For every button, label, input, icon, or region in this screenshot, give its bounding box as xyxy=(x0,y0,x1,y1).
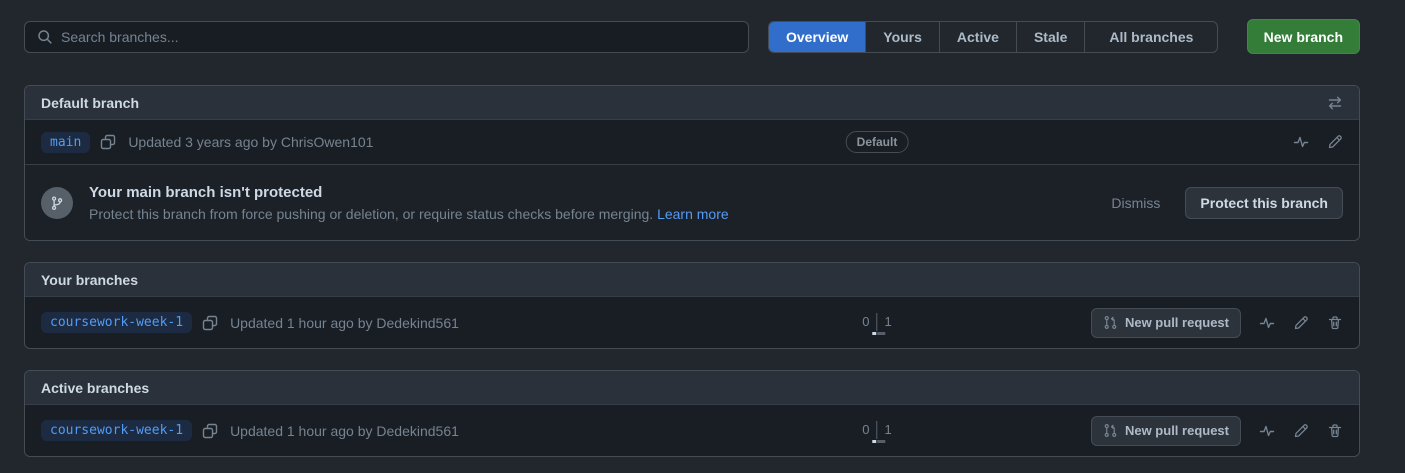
search-icon xyxy=(37,29,53,45)
new-pull-request-button[interactable]: New pull request xyxy=(1091,416,1241,446)
branch-link[interactable]: coursework-week-1 xyxy=(41,312,192,333)
branches-toolbar: Overview Yours Active Stale All branches… xyxy=(0,0,1405,54)
your-branches-header: Your branches xyxy=(25,263,1359,297)
behind-count: 0 xyxy=(855,313,877,331)
tab-stale[interactable]: Stale xyxy=(1016,22,1084,52)
new-pull-request-label: New pull request xyxy=(1125,315,1229,330)
new-pull-request-label: New pull request xyxy=(1125,423,1229,438)
activity-icon[interactable] xyxy=(1259,315,1275,331)
row-actions: New pull request xyxy=(1091,308,1343,338)
behind-count: 0 xyxy=(855,421,877,439)
branch-filter-tabs: Overview Yours Active Stale All branches xyxy=(768,21,1218,53)
notice-description: Protect this branch from force pushing o… xyxy=(89,206,729,222)
notice-text: Your main branch isn't protected Protect… xyxy=(89,184,729,222)
copy-branch-name-icon[interactable] xyxy=(100,134,116,150)
behind-meter xyxy=(873,440,877,443)
ahead-count: 1 xyxy=(878,421,899,439)
new-branch-button[interactable]: New branch xyxy=(1247,19,1360,54)
git-branch-icon xyxy=(41,187,73,219)
branch-row-coursework: coursework-week-1 Updated 1 hour ago by … xyxy=(25,297,1359,348)
search-branches-input[interactable] xyxy=(61,29,736,45)
your-branches-section: Your branches coursework-week-1 Updated … xyxy=(24,262,1360,349)
rename-branch-pencil-icon[interactable] xyxy=(1293,423,1309,439)
branch-row-main: main Updated 3 years ago by ChrisOwen101… xyxy=(25,120,1359,164)
ahead-meter xyxy=(878,440,886,443)
git-pull-request-icon xyxy=(1103,423,1118,438)
tab-overview[interactable]: Overview xyxy=(769,22,865,52)
ahead-behind-counts[interactable]: 0 1 xyxy=(855,313,898,331)
ahead-count: 1 xyxy=(878,313,899,331)
branch-updated-text: Updated 3 years ago by ChrisOwen101 xyxy=(128,134,373,150)
compare-branches-icon[interactable] xyxy=(1327,95,1343,111)
section-title: Your branches xyxy=(41,272,138,288)
default-badge: Default xyxy=(846,131,909,153)
new-pull-request-button[interactable]: New pull request xyxy=(1091,308,1241,338)
copy-branch-name-icon[interactable] xyxy=(202,423,218,439)
branch-link[interactable]: coursework-week-1 xyxy=(41,420,192,441)
active-branches-section: Active branches coursework-week-1 Update… xyxy=(24,370,1360,457)
branch-updated-text: Updated 1 hour ago by Dedekind561 xyxy=(230,423,459,439)
section-title: Default branch xyxy=(41,95,139,111)
branch-protection-notice: Your main branch isn't protected Protect… xyxy=(25,164,1359,240)
notice-description-text: Protect this branch from force pushing o… xyxy=(89,206,653,222)
notice-title: Your main branch isn't protected xyxy=(89,184,729,201)
behind-meter xyxy=(873,332,877,335)
section-title: Active branches xyxy=(41,380,149,396)
ahead-meter xyxy=(878,332,886,335)
row-actions xyxy=(1293,134,1343,150)
tab-all-branches[interactable]: All branches xyxy=(1084,22,1217,52)
ahead-behind-counts[interactable]: 0 1 xyxy=(855,421,898,439)
branch-updated-text: Updated 1 hour ago by Dedekind561 xyxy=(230,315,459,331)
tab-active[interactable]: Active xyxy=(939,22,1016,52)
learn-more-link[interactable]: Learn more xyxy=(657,206,729,222)
default-branch-header: Default branch xyxy=(25,86,1359,120)
delete-branch-trash-icon[interactable] xyxy=(1327,315,1343,331)
branch-link[interactable]: main xyxy=(41,132,90,153)
rename-branch-pencil-icon[interactable] xyxy=(1293,315,1309,331)
git-pull-request-icon xyxy=(1103,315,1118,330)
active-branches-header: Active branches xyxy=(25,371,1359,405)
dismiss-button[interactable]: Dismiss xyxy=(1111,195,1160,211)
copy-branch-name-icon[interactable] xyxy=(202,315,218,331)
rename-branch-pencil-icon[interactable] xyxy=(1327,134,1343,150)
activity-icon[interactable] xyxy=(1293,134,1309,150)
protect-branch-button[interactable]: Protect this branch xyxy=(1185,187,1343,219)
branch-row-coursework: coursework-week-1 Updated 1 hour ago by … xyxy=(25,405,1359,456)
activity-icon[interactable] xyxy=(1259,423,1275,439)
search-branches-box[interactable] xyxy=(24,21,749,53)
row-actions: New pull request xyxy=(1091,416,1343,446)
tab-yours[interactable]: Yours xyxy=(865,22,939,52)
delete-branch-trash-icon[interactable] xyxy=(1327,423,1343,439)
default-branch-section: Default branch main Updated 3 years ago … xyxy=(24,85,1360,241)
